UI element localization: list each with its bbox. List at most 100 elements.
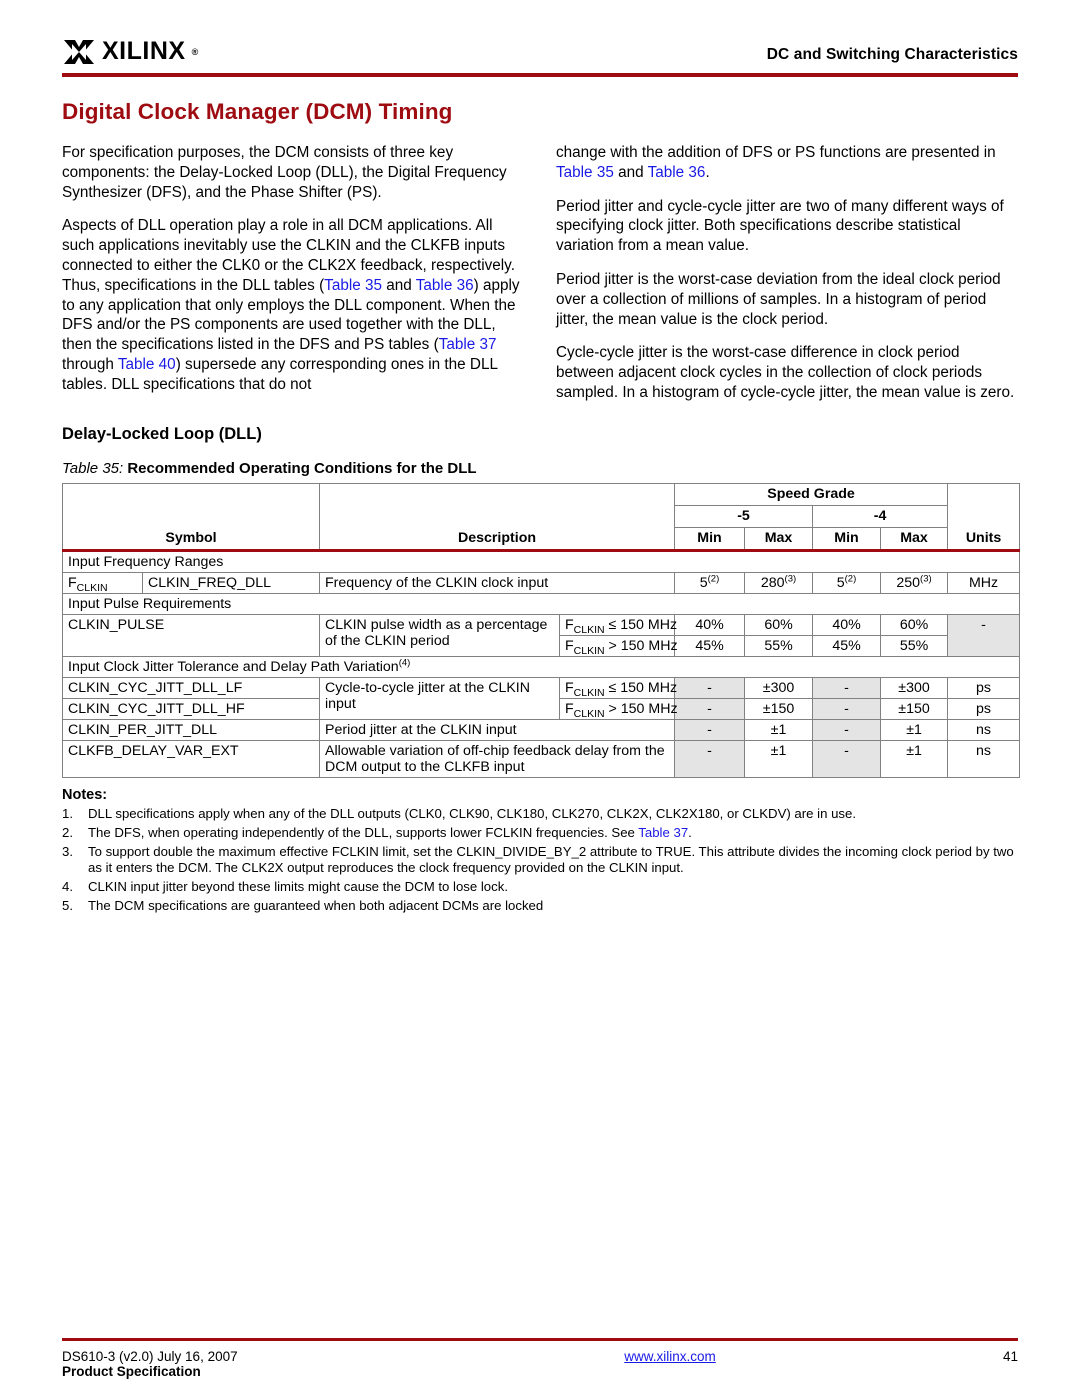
running-head: DC and Switching Characteristics (766, 46, 1018, 63)
cell-description: Frequency of the CLKIN clock input (318, 571, 676, 594)
cell-symbol-name: CLKIN_PULSE (62, 613, 320, 657)
document-page: XILINX ® DC and Switching Characteristic… (0, 0, 1080, 1397)
cell-condition: FCLKIN > 150 MHz (558, 634, 678, 657)
paragraph-right-4: Cycle-cycle jitter is the worst-case dif… (556, 344, 1015, 401)
header-symbol-label: Symbol (165, 529, 217, 546)
cell-min-4: - (812, 676, 882, 699)
cell-min-4: 45% (812, 634, 882, 657)
cell-description: Allowable variation of off-chip feedback… (318, 739, 676, 778)
cell-symbol-name: CLKIN_FREQ_DLL (142, 571, 320, 594)
cell-condition: FCLKIN ≤ 150 MHz (558, 676, 677, 699)
footer-rule (62, 1338, 1018, 1341)
note-text: CLKIN input jitter beyond these limits m… (88, 879, 508, 895)
cell-min-5: - (674, 697, 746, 720)
cell-min-4: - (812, 739, 882, 778)
cell-units: - (947, 613, 1021, 657)
note-text: To support double the maximum effective … (88, 843, 1014, 876)
section-row-input-clock-jitter: Input Clock Jitter Tolerance and Delay P… (61, 655, 1021, 678)
table-row: CLKIN_PULSE CLKIN pulse width as a perce… (62, 613, 1021, 657)
xilinx-logo: XILINX ® (62, 37, 198, 66)
header-speed-grade: Speed Grade (674, 482, 949, 506)
xref-table-36[interactable]: Table 36 (416, 277, 474, 294)
cell-max-4: ±1 (880, 718, 949, 741)
cell-min-4: 40% (812, 613, 882, 636)
cell-units: ns (947, 739, 1021, 778)
note-number: 4. (62, 879, 73, 895)
subsection-heading: Delay-Locked Loop (DLL) (62, 424, 262, 443)
xref-table-37[interactable]: Table 37 (439, 336, 497, 353)
table-row: FCLKIN CLKIN_FREQ_DLL Frequency of the C… (62, 571, 1021, 594)
note-item: 4. CLKIN input jitter beyond these limit… (62, 879, 1018, 896)
table-caption: Table 35: Recommended Operating Conditio… (62, 460, 1018, 477)
cell-min-4: - (812, 697, 882, 720)
paragraph-right-3: Period jitter is the worst-case deviatio… (556, 270, 1001, 328)
note-item: 1. DLL specifications apply when any of … (62, 806, 1018, 823)
section-row-input-pulse-requirements: Input Pulse Requirements (61, 592, 1021, 615)
cell-min-4: 5(2) (812, 571, 882, 594)
cell-min-4: - (812, 718, 882, 741)
xilinx-website-link[interactable]: www.xilinx.com (624, 1349, 716, 1364)
section-title: Input Clock Jitter Tolerance and Delay P… (61, 655, 1021, 678)
section-row-input-frequency-ranges: Input Frequency Ranges (61, 549, 1021, 573)
table-row: CLKIN_PER_JITT_DLL Period jitter at the … (62, 718, 1021, 741)
cell-min-5: 45% (674, 634, 746, 657)
registered-trademark-symbol: ® (191, 46, 199, 57)
table-row: CLKIN_CYC_JITT_DLL_LF Cycle-to-cycle jit… (62, 676, 1021, 720)
cell-description: Cycle-to-cycle jitter at the CLKIN input (319, 676, 560, 720)
cell-symbol-name: CLKIN_CYC_JITT_DLL_LF (62, 676, 320, 699)
right-column: change with the addition of DFS or PS fu… (556, 143, 1018, 417)
xilinx-x-logo-icon (62, 38, 96, 66)
cell-units: ps (947, 697, 1021, 720)
page-header: XILINX ® DC and Switching Characteristic… (62, 0, 1018, 66)
header-symbol-cell: Symbol (62, 482, 320, 552)
body-columns: For specification purposes, the DCM cons… (62, 143, 1018, 417)
page-footer: DS610-3 (v2.0) July 16, 2007 Product Spe… (62, 1338, 1018, 1379)
cell-condition: FCLKIN > 150 MHz (558, 697, 678, 720)
note-number: 5. (62, 898, 73, 914)
xref-table-40[interactable]: Table 40 (118, 356, 176, 373)
cell-max-5: 60% (744, 613, 814, 636)
cell-description: Period jitter at the CLKIN input (318, 718, 676, 741)
header-grade-4: -4 (812, 504, 949, 528)
footer-center: www.xilinx.com (482, 1349, 858, 1364)
xref-table-35-b[interactable]: Table 35 (556, 164, 614, 181)
cell-description: CLKIN pulse width as a percentage of the… (319, 613, 560, 657)
xref-table-35[interactable]: Table 35 (324, 277, 382, 294)
note-text: The DFS, when operating independently of… (88, 824, 692, 840)
footer-left: DS610-3 (v2.0) July 16, 2007 Product Spe… (62, 1349, 482, 1379)
notes-title: Notes: (62, 786, 108, 803)
cell-symbol-name: CLKFB_DELAY_VAR_EXT (62, 739, 320, 778)
cell-max-4: ±150 (880, 697, 949, 720)
cell-max-5: 280(3) (744, 571, 814, 594)
cell-units: ns (947, 718, 1021, 741)
table-row: CLKFB_DELAY_VAR_EXT Allowable variation … (62, 739, 1021, 778)
xref-table-36-b[interactable]: Table 36 (648, 164, 706, 181)
cell-condition: FCLKIN ≤ 150 MHz (558, 613, 677, 636)
cell-units: ps (947, 676, 1021, 699)
note-item: 3. To support double the maximum effecti… (62, 844, 1018, 878)
cell-max-4: ±300 (880, 676, 949, 699)
paragraph-right-1: change with the addition of DFS or PS fu… (556, 144, 996, 181)
dll-operating-conditions-table: Symbol Description Speed Grade Units -5 … (61, 482, 1021, 778)
cell-max-4: 250(3) (880, 571, 949, 594)
cell-max-4: 55% (880, 634, 949, 657)
cell-max-4: ±1 (880, 739, 949, 778)
cell-units: MHz (947, 571, 1021, 594)
cell-max-5: ±150 (744, 697, 814, 720)
header-units-label: Units (965, 529, 1002, 546)
cell-max-5: ±1 (744, 739, 814, 778)
note-number: 1. (62, 805, 73, 821)
cell-symbol: FCLKIN (62, 571, 143, 594)
footer-columns: DS610-3 (v2.0) July 16, 2007 Product Spe… (62, 1349, 1018, 1379)
xref-table-37-note[interactable]: Table 37 (638, 825, 688, 840)
header-min-5: Min (674, 526, 746, 552)
note-number: 3. (62, 843, 73, 859)
cell-max-5: ±300 (744, 676, 814, 699)
cell-symbol-name: CLKIN_PER_JITT_DLL (62, 718, 320, 741)
cell-min-5: 5(2) (674, 571, 746, 594)
paragraph-right-2: Period jitter and cycle-cycle jitter are… (556, 197, 1004, 255)
cell-min-5: - (674, 676, 746, 699)
header-max-4: Max (880, 526, 949, 552)
notes-block: Notes: 1. DLL specifications apply when … (62, 787, 1018, 915)
header-grade-5: -5 (674, 504, 814, 528)
